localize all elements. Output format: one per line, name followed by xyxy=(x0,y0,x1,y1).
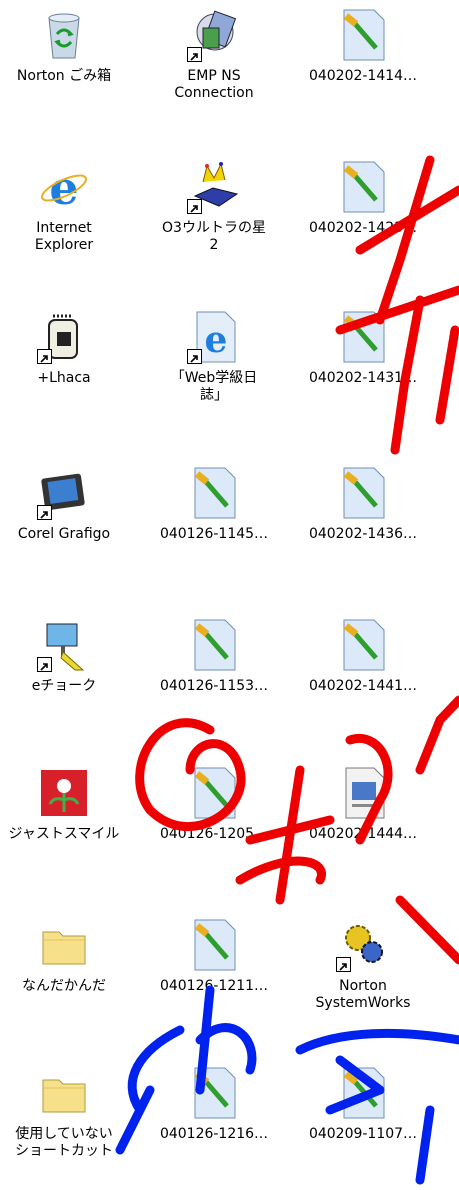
paint-document-icon xyxy=(187,766,241,820)
desktop-icon-paint-file[interactable]: 040126-1153… xyxy=(144,618,284,695)
icon-label: Corel Grafigo xyxy=(17,526,111,542)
paint-document-icon xyxy=(187,618,241,672)
icon-label: なんだかんだ xyxy=(22,978,106,994)
icon-label: O3ウルトラの星 2 xyxy=(162,220,266,253)
desktop-icon-paint-file[interactable]: 040202-1441… xyxy=(293,618,433,695)
desktop-icon-internet-explorer[interactable]: e Internet Explorer xyxy=(0,160,134,254)
shortcut-arrow-icon xyxy=(187,349,202,364)
shortcut-arrow-icon xyxy=(187,199,202,214)
desktop-icon-folder-unused-shortcuts[interactable]: 使用していない ショートカット xyxy=(0,1066,134,1160)
icon-label: 040202-1423… xyxy=(308,220,418,236)
paint-document-icon xyxy=(187,918,241,972)
desktop-icon-emp-ns-connection[interactable]: EMP NS Connection xyxy=(144,8,284,102)
desktop-icon-paint-file[interactable]: 040202-1431… xyxy=(293,310,433,387)
icon-label: Internet Explorer xyxy=(34,220,94,253)
desktop-icon-norton-recycle-bin[interactable]: Norton ごみ箱 xyxy=(0,8,134,85)
icon-label: Norton ごみ箱 xyxy=(16,68,112,84)
shortcut-arrow-icon xyxy=(336,957,351,972)
paint-document-icon xyxy=(336,466,390,520)
desktop-icon-norton-systemworks[interactable]: Norton SystemWorks xyxy=(293,918,433,1012)
icon-label: +Lhaca xyxy=(37,370,91,386)
icon-label: ジャストスマイル xyxy=(8,826,120,842)
svg-text:e: e xyxy=(49,161,78,214)
desktop-icon-paint-file[interactable]: 040126-1216… xyxy=(144,1066,284,1143)
icon-label: 040202-1414… xyxy=(308,68,418,84)
shortcut-arrow-icon xyxy=(37,505,52,520)
icon-label: 040126-1145… xyxy=(159,526,269,542)
internet-shortcut-icon: e xyxy=(187,310,241,364)
internet-explorer-icon: e xyxy=(37,160,91,215)
desktop-icon-e-chalk[interactable]: eチョーク xyxy=(0,618,134,695)
document-icon xyxy=(336,766,390,820)
desktop-icon-paint-file[interactable]: 040202-1436… xyxy=(293,466,433,543)
network-connection-icon xyxy=(187,8,241,62)
desktop-icon-just-smile[interactable]: ジャストスマイル xyxy=(0,766,134,843)
icon-label: 使用していない ショートカット xyxy=(15,1126,113,1159)
desktop-icon-corel-grafigo[interactable]: Corel Grafigo xyxy=(0,466,134,543)
desktop-icon-paint-file[interactable]: 040126-1211… xyxy=(144,918,284,995)
icon-label: 040202-1441… xyxy=(308,678,418,694)
icon-label: 「Web学級日 誌」 xyxy=(170,370,258,403)
desktop-icon-lhaca[interactable]: +Lhaca xyxy=(0,310,134,387)
icon-label: 040202-1431… xyxy=(308,370,418,386)
icon-label: Norton SystemWorks xyxy=(315,978,411,1011)
paint-document-icon xyxy=(336,160,390,214)
chalk-projector-icon xyxy=(37,618,91,672)
gears-icon xyxy=(336,918,390,972)
shortcut-arrow-icon xyxy=(37,657,52,672)
desktop-icon-paint-file[interactable]: 040126-1205… xyxy=(144,766,284,843)
tablet-icon xyxy=(37,466,91,520)
svg-text:e: e xyxy=(205,319,228,361)
desktop-icon-paint-file[interactable]: 040126-1145… xyxy=(144,466,284,543)
desktop-icon-folder-nandakanda[interactable]: なんだかんだ xyxy=(0,918,134,995)
icon-label: EMP NS Connection xyxy=(174,68,254,101)
desktop-icon-paint-file[interactable]: 040209-1107… xyxy=(293,1066,433,1143)
desktop-icon-ultra-star[interactable]: O3ウルトラの星 2 xyxy=(144,160,284,254)
paint-document-icon xyxy=(187,466,241,520)
paint-document-icon xyxy=(336,8,390,62)
folder-icon xyxy=(37,1066,91,1120)
icon-label: 040126-1153… xyxy=(159,678,269,694)
icon-label: 040126-1211… xyxy=(159,978,269,994)
shortcut-arrow-icon xyxy=(187,47,202,62)
desktop-icon-document-file[interactable]: 040202-1444… xyxy=(293,766,433,843)
desktop-icon-web-class-diary[interactable]: e 「Web学級日 誌」 xyxy=(144,310,284,404)
paint-document-icon xyxy=(336,310,390,364)
recycle-bin-icon xyxy=(37,8,91,62)
just-smile-icon xyxy=(37,766,91,820)
icon-label: 040126-1205… xyxy=(159,826,269,842)
shortcut-arrow-icon xyxy=(37,349,52,364)
icon-label: 040202-1444… xyxy=(308,826,418,842)
paint-document-icon xyxy=(336,618,390,672)
icon-label: eチョーク xyxy=(31,678,97,694)
icon-label: 040202-1436… xyxy=(308,526,418,542)
paint-document-icon xyxy=(187,1066,241,1120)
archive-tool-icon xyxy=(37,310,91,364)
paint-document-icon xyxy=(336,1066,390,1120)
desktop-icon-paint-file[interactable]: 040202-1423… xyxy=(293,160,433,237)
desktop: Norton ごみ箱 EMP NS Connection 040202-1414… xyxy=(0,0,459,1190)
crown-book-icon xyxy=(187,160,241,214)
desktop-icon-paint-file[interactable]: 040202-1414… xyxy=(293,8,433,85)
folder-icon xyxy=(37,918,91,972)
icon-label: 040209-1107… xyxy=(308,1126,418,1142)
icon-label: 040126-1216… xyxy=(159,1126,269,1142)
